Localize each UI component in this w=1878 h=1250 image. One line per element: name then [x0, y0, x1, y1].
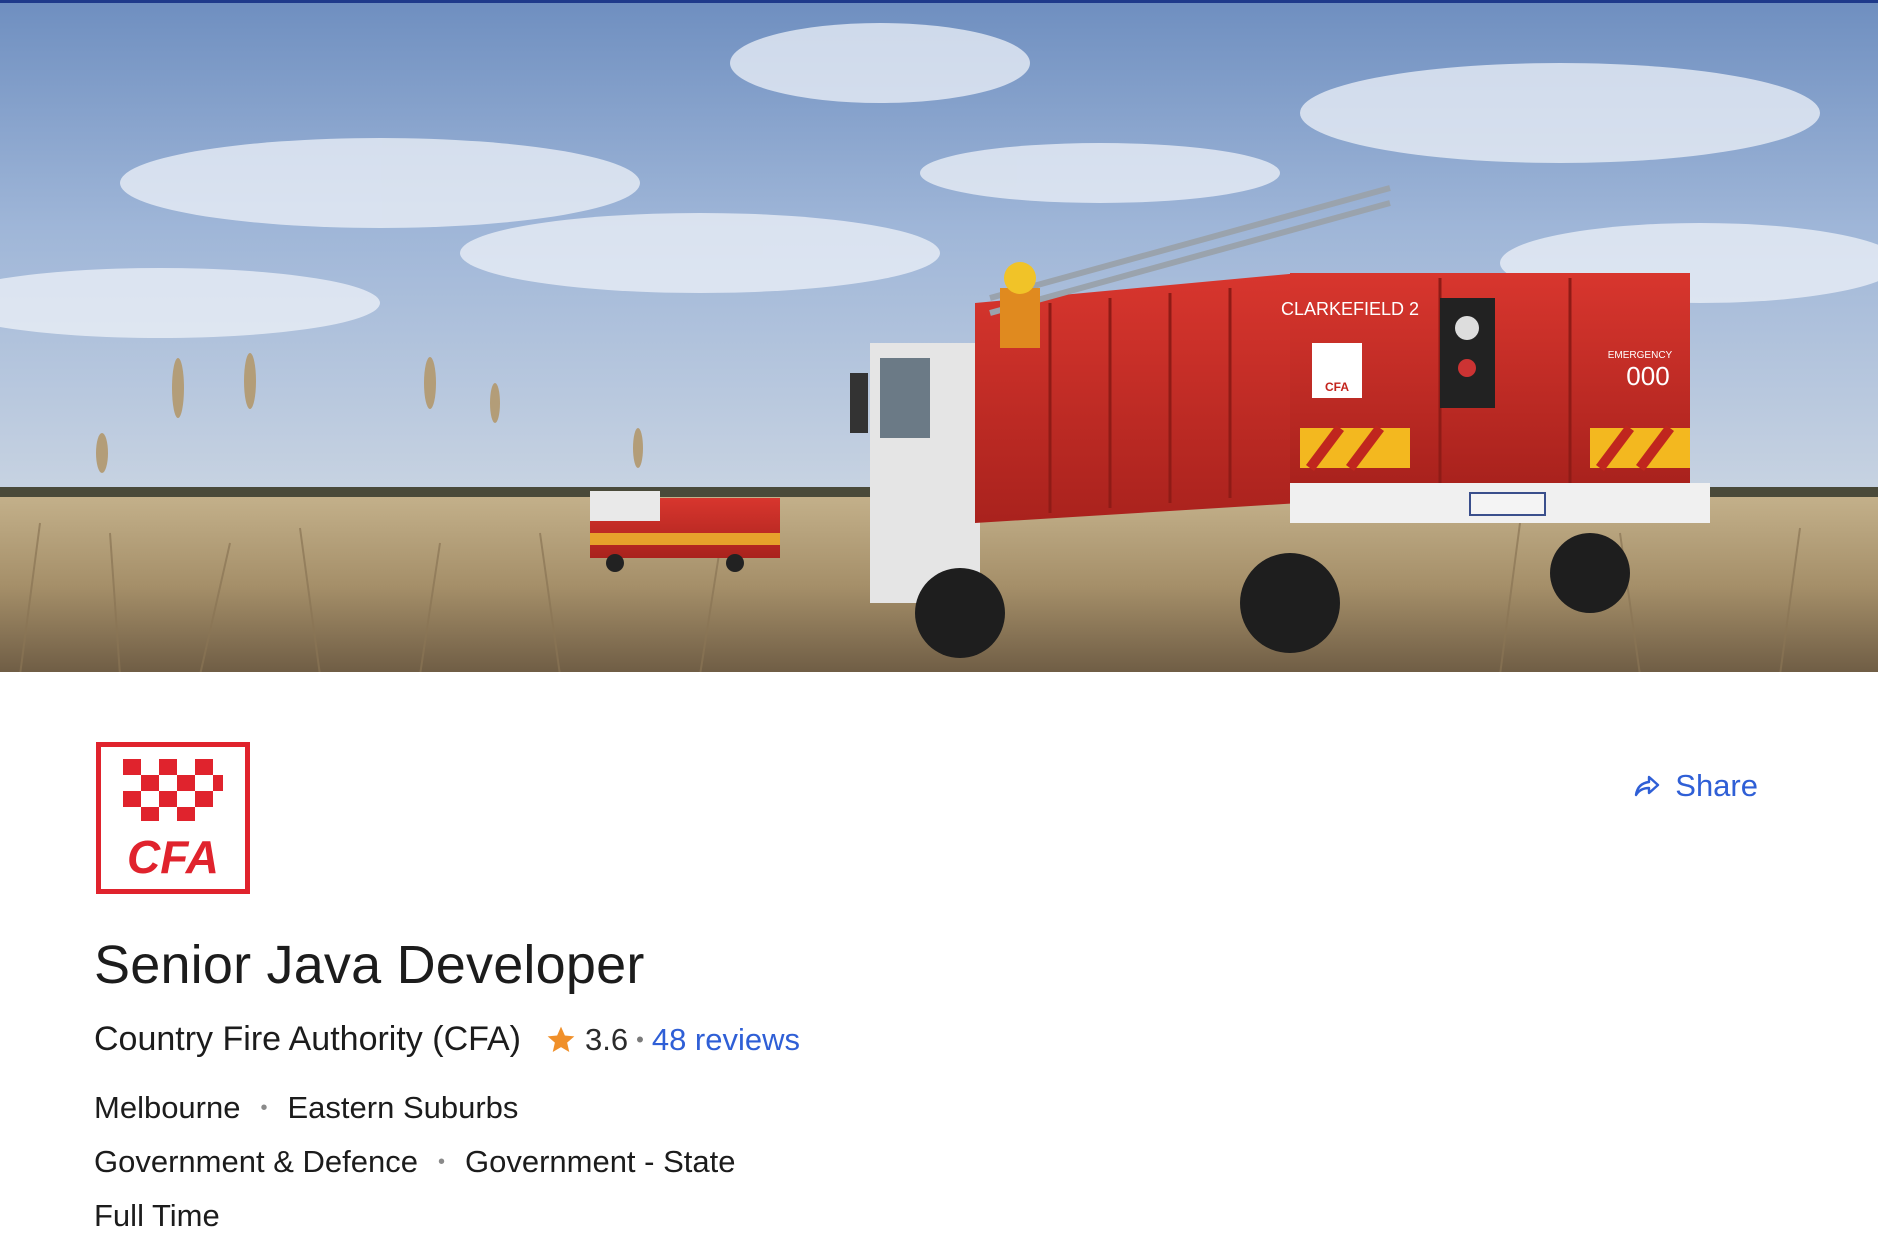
- truck-emergency-number: 000: [1626, 361, 1669, 391]
- classification-text: Government & Defence: [94, 1144, 418, 1179]
- truck-badge-text: CFA: [1325, 380, 1349, 394]
- logo-text: CFA: [127, 831, 219, 883]
- company-row: Country Fire Authority (CFA) 3.6 • 48 re…: [94, 1020, 800, 1059]
- cfa-logo-icon: CFA: [123, 759, 223, 883]
- truck-name-text: CLARKEFIELD 2: [1281, 299, 1419, 319]
- classification-row: Government & Defence • Government - Stat…: [94, 1144, 735, 1180]
- reviews-link[interactable]: 48 reviews: [652, 1022, 800, 1058]
- rating-separator: •: [636, 1026, 644, 1052]
- company-logo[interactable]: CFA: [96, 742, 250, 894]
- job-page: CFA CLARKEFIELD 2 EMERGENCY 000 CFA Shar…: [0, 0, 1878, 1250]
- location-text: Melbourne: [94, 1090, 241, 1125]
- subclassification-text: Government - State: [464, 1144, 736, 1179]
- area-text: Eastern Suburbs: [287, 1090, 519, 1125]
- location-row: Melbourne • Eastern Suburbs: [94, 1090, 518, 1126]
- meta-separator: •: [437, 1150, 445, 1173]
- job-title: Senior Java Developer: [94, 935, 645, 995]
- work-type-text: Full Time: [94, 1198, 220, 1233]
- work-type-row: Full Time: [94, 1198, 220, 1234]
- company-name-link[interactable]: Country Fire Authority (CFA): [94, 1020, 521, 1059]
- company-banner-image: CFA CLARKEFIELD 2 EMERGENCY 000: [0, 0, 1878, 672]
- meta-separator: •: [260, 1096, 268, 1119]
- rating-value: 3.6: [585, 1021, 629, 1057]
- star-icon: [545, 1024, 577, 1056]
- share-label: Share: [1675, 768, 1758, 803]
- share-button[interactable]: Share: [1633, 768, 1758, 804]
- share-arrow-icon: [1633, 772, 1661, 800]
- truck-emergency-label: EMERGENCY: [1608, 350, 1673, 361]
